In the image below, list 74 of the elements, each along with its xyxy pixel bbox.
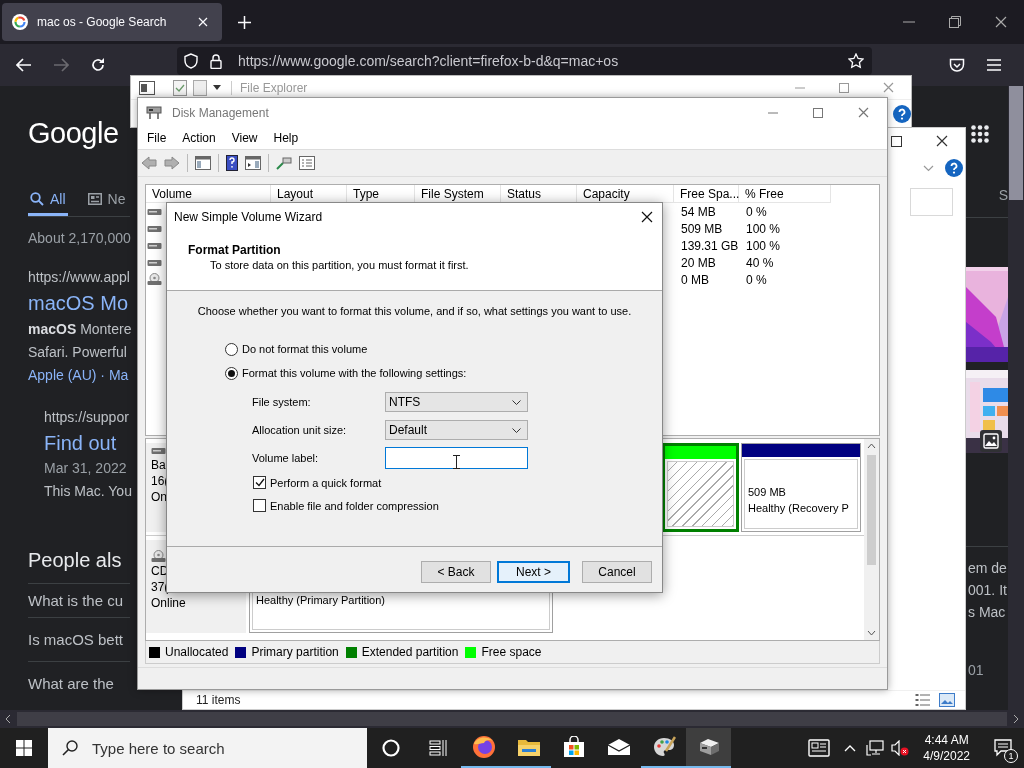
- window-title: File Explorer: [231, 80, 308, 95]
- table-cell-text: 0 %: [745, 204, 768, 219]
- menu-item[interactable]: View: [223, 131, 266, 145]
- column-header[interactable]: Free Spa...: [674, 185, 739, 203]
- result-title[interactable]: macOS Mo: [28, 290, 130, 316]
- legend-label: Primary partition: [251, 645, 339, 659]
- result-snippet: This Mac. You: [44, 482, 130, 501]
- dropdown[interactable]: NTFS: [385, 392, 528, 412]
- table-cell-text: 100 %: [745, 221, 782, 236]
- legend-label: Unallocated: [165, 645, 229, 659]
- google-logo[interactable]: Google: [28, 116, 130, 150]
- menu-item[interactable]: Action: [174, 131, 224, 145]
- menu-item[interactable]: File: [139, 131, 175, 145]
- table-cell-text: 54 MB: [680, 204, 717, 219]
- partition-size: 509 MB: [748, 485, 787, 500]
- result-url: https://www.appl: [28, 268, 130, 286]
- search-tab[interactable]: All: [28, 184, 68, 216]
- section-heading: People als: [28, 548, 123, 573]
- table-cell-text: 509 MB: [680, 221, 724, 236]
- result-date: 01: [968, 661, 985, 680]
- page-heading: Format Partition: [188, 242, 282, 258]
- result-snippet: 001. It: [968, 581, 1008, 600]
- table-cell-text: 0 MB: [680, 272, 710, 287]
- browser-tab[interactable]: mac os - Google Search: [2, 3, 222, 41]
- result-title[interactable]: Find out: [44, 430, 130, 456]
- checkbox-label[interactable]: Perform a quick format: [270, 476, 382, 489]
- result-date: Mar 31, 2022: [44, 459, 128, 478]
- checkbox-label[interactable]: Enable file and folder compression: [270, 499, 439, 512]
- page-subheading: To store data on this partition, you must format it first.: [210, 258, 470, 272]
- table-cell-text: 139.31 GB: [680, 238, 740, 253]
- dialog-title: New Simple Volume Wizard: [174, 210, 323, 224]
- legend-label: Free space: [481, 645, 542, 659]
- legend-label: Extended partition: [361, 645, 459, 659]
- disk-label: On: [151, 489, 168, 505]
- question-item[interactable]: Is macOS bett: [28, 617, 130, 661]
- table-cell-text: 0 %: [745, 272, 768, 287]
- question-item[interactable]: What are the: [28, 661, 130, 705]
- partition-block[interactable]: 509 MB Healthy (Recovery P: [741, 443, 861, 532]
- option-label[interactable]: Do not format this volume: [242, 343, 368, 355]
- field-label: Volume label:: [252, 452, 320, 464]
- address-bar[interactable]: https://www.google.com/search?client=firefox-b-d&q=mac+os: [177, 47, 872, 75]
- result-snippet: s Mac: [968, 603, 1007, 622]
- wizard-button[interactable]: < Back: [421, 561, 491, 583]
- result-url: https://suppor: [44, 408, 130, 426]
- column-header[interactable]: % Free: [739, 185, 831, 203]
- wizard-button[interactable]: Next >: [497, 561, 570, 583]
- wizard-button[interactable]: Cancel: [582, 561, 652, 583]
- dropdown[interactable]: Default: [385, 420, 528, 440]
- table-cell-text: 20 MB: [680, 255, 717, 270]
- menu-item[interactable]: Help: [265, 131, 307, 145]
- field-label: File system:: [252, 396, 312, 408]
- clock-time[interactable]: 4:44 AM: [923, 732, 970, 748]
- search-tab[interactable]: Ne: [85, 184, 128, 216]
- result-snippet: macOS Montere: [28, 320, 130, 339]
- partition-status: Healthy (Primary Partition): [256, 593, 386, 608]
- option-label[interactable]: Format this volume with the following settings:: [242, 367, 467, 379]
- table-cell-text: 100 %: [745, 238, 782, 253]
- search-tab[interactable]: S: [966, 186, 1008, 204]
- sitelinks[interactable]: Apple (AU) · Ma: [28, 364, 130, 386]
- question-item[interactable]: What is the cu: [28, 583, 130, 617]
- notification-badge: 1: [1004, 749, 1018, 763]
- field-label: Allocation unit size:: [252, 424, 348, 436]
- partition-status: Healthy (Recovery P: [748, 501, 850, 516]
- result-count: About 2,170,000: [28, 229, 130, 247]
- disk-label: Online: [151, 595, 187, 611]
- table-cell-text: 40 %: [745, 255, 775, 270]
- clock-date[interactable]: 4/9/2022: [923, 748, 970, 764]
- result-snippet: Safari. Powerful: [28, 343, 128, 362]
- item-count: 11 items: [196, 693, 241, 707]
- search-field[interactable]: Type here to search: [48, 728, 367, 768]
- disk-label: Ba: [151, 457, 167, 473]
- result-snippet: em de: [968, 559, 1008, 578]
- instruction-text: Choose whether you want to format this volume, and if so, what settings you want to use.: [196, 304, 633, 319]
- window-title: Disk Management: [172, 105, 269, 120]
